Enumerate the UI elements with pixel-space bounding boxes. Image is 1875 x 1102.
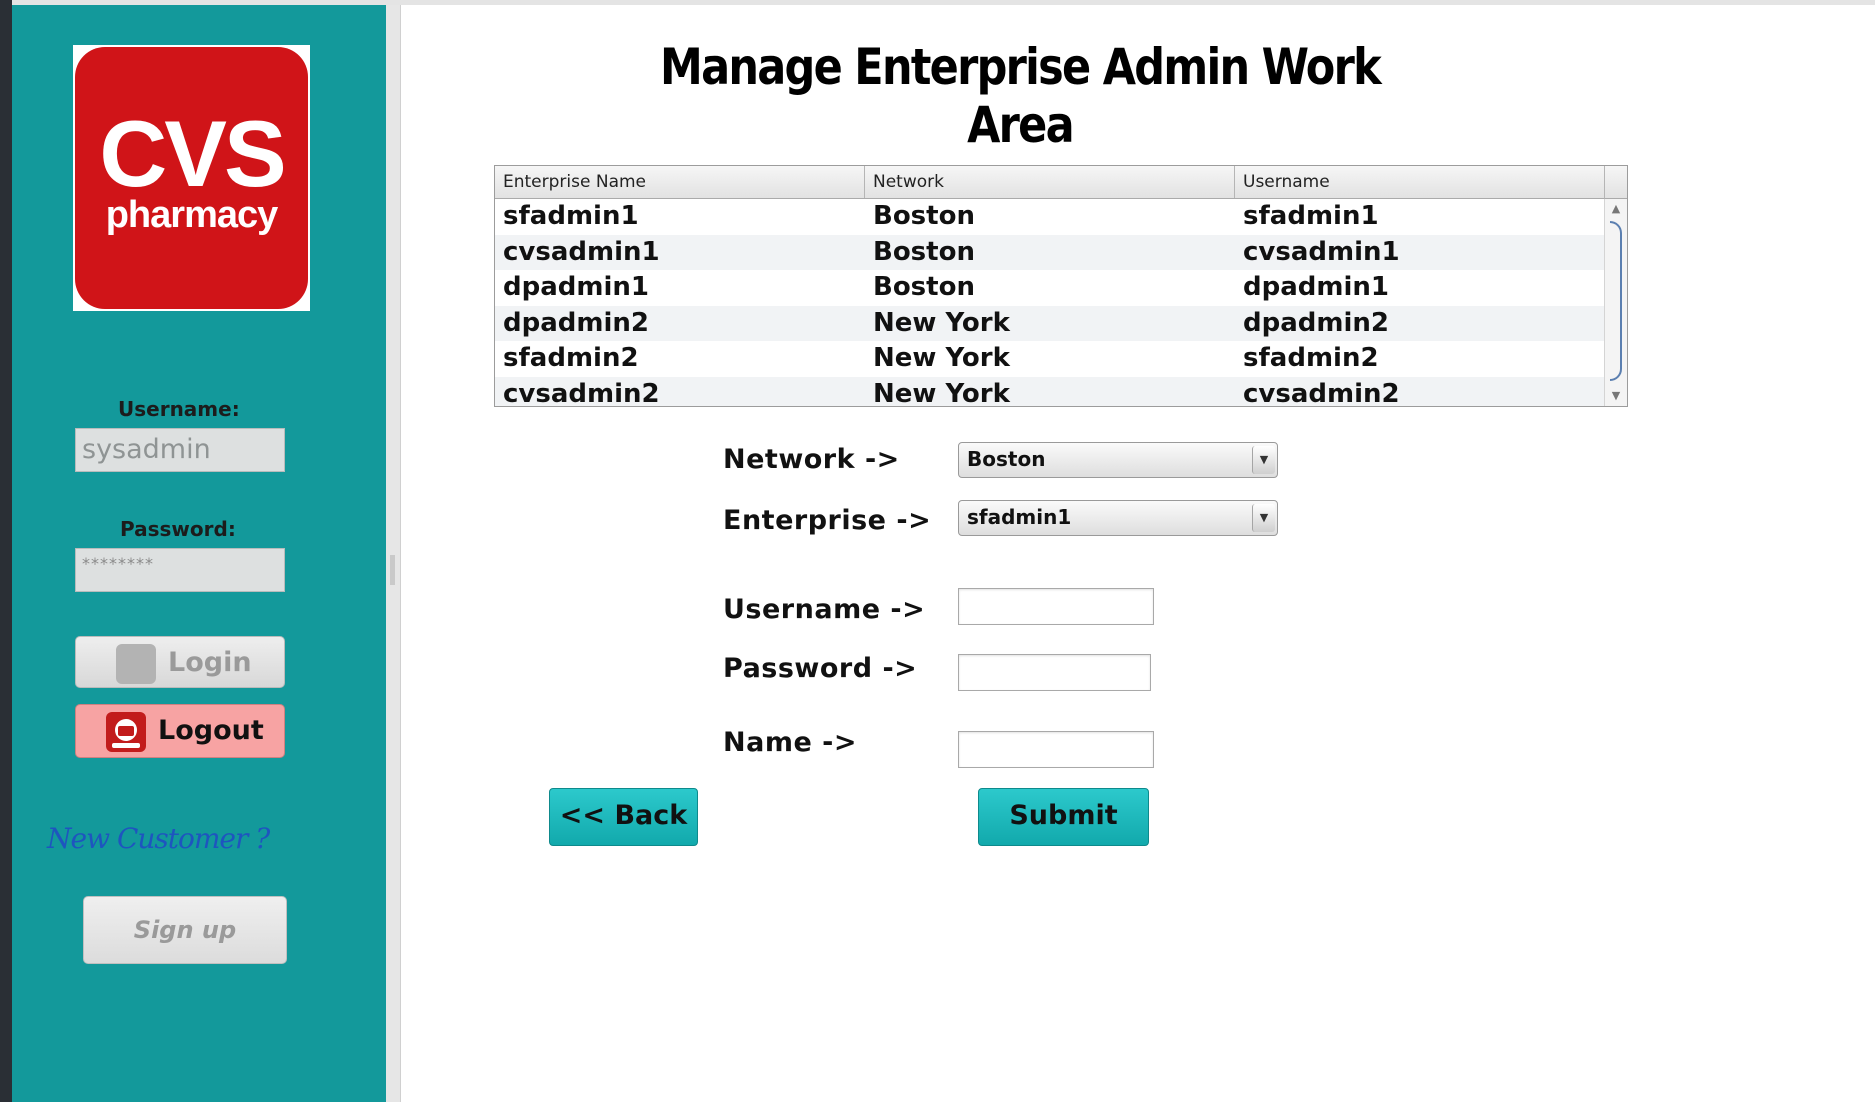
cell-username: sfadmin1: [1243, 201, 1379, 231]
cell-enterprise-name: cvsadmin2: [503, 378, 660, 407]
column-header-username[interactable]: Username: [1235, 166, 1605, 198]
table-header: Enterprise Name Network Username: [495, 166, 1605, 199]
exit-door-icon: [106, 712, 146, 752]
network-select-value: Boston: [967, 447, 1046, 471]
table-row[interactable]: dpadmin1 Boston dpadmin1: [495, 270, 1605, 306]
signup-button[interactable]: Sign up: [83, 896, 287, 964]
cell-network: Boston: [873, 201, 975, 231]
column-header-enterprise-name[interactable]: Enterprise Name: [495, 166, 865, 198]
cell-enterprise-name: sfadmin1: [503, 201, 639, 231]
logo-brand-text: CVS: [99, 101, 286, 206]
sidebar-username-label: Username:: [118, 397, 240, 421]
enterprise-label: Enterprise ->: [723, 505, 932, 536]
enterprise-admin-table: Enterprise Name Network Username sfadmin…: [494, 165, 1628, 407]
cell-network: Boston: [873, 236, 975, 267]
cell-username: dpadmin2: [1243, 307, 1389, 338]
logout-button[interactable]: Logout: [75, 704, 285, 758]
cell-username: dpadmin1: [1243, 272, 1389, 302]
scroll-up-arrow-icon[interactable]: ▲: [1605, 199, 1627, 219]
enterprise-select[interactable]: sfadmin1 ▼: [958, 500, 1278, 536]
cvs-pharmacy-logo: CVS pharmacy: [75, 47, 308, 309]
table-row[interactable]: cvsadmin1 Boston cvsadmin1: [495, 234, 1605, 270]
cell-enterprise-name: sfadmin2: [503, 343, 639, 373]
table-scrollbar[interactable]: ▲ ▼: [1604, 199, 1627, 406]
name-label: Name ->: [723, 727, 857, 758]
cell-network: Boston: [873, 272, 975, 302]
cell-enterprise-name: dpadmin1: [503, 272, 649, 302]
back-button[interactable]: << Back: [549, 788, 698, 846]
password-label: Password ->: [723, 653, 918, 684]
enterprise-select-value: sfadmin1: [967, 505, 1072, 529]
cell-network: New York: [873, 307, 1010, 338]
network-select[interactable]: Boston ▼: [958, 442, 1278, 478]
chevron-down-icon[interactable]: ▼: [1252, 504, 1275, 532]
sidebar-password-label: Password:: [120, 517, 236, 541]
new-customer-link[interactable]: New Customer ?: [47, 822, 270, 855]
scroll-down-arrow-icon[interactable]: ▼: [1605, 386, 1627, 406]
name-field[interactable]: [958, 731, 1154, 768]
login-button[interactable]: Login: [75, 636, 285, 688]
cell-enterprise-name: dpadmin2: [503, 307, 649, 338]
username-field[interactable]: [958, 588, 1154, 625]
logout-button-label: Logout: [158, 715, 264, 746]
logo-sub-text: pharmacy: [105, 194, 279, 236]
table-row[interactable]: sfadmin2 New York sfadmin2: [495, 341, 1605, 377]
table-row[interactable]: dpadmin2 New York dpadmin2: [495, 305, 1605, 341]
page-title: Manage Enterprise Admin Work Area: [659, 38, 1382, 154]
cell-network: New York: [873, 343, 1010, 373]
table-row[interactable]: cvsadmin2 New York cvsadmin2: [495, 376, 1605, 407]
sidebar-password-input[interactable]: ********: [75, 548, 285, 592]
cell-username: cvsadmin1: [1243, 236, 1400, 267]
username-label: Username ->: [723, 594, 926, 625]
cell-username: cvsadmin2: [1243, 378, 1400, 407]
submit-button[interactable]: Submit: [978, 788, 1149, 846]
cell-enterprise-name: cvsadmin1: [503, 236, 660, 267]
sidebar-username-input[interactable]: sysadmin: [75, 428, 285, 472]
chevron-down-icon[interactable]: ▼: [1252, 446, 1275, 474]
table-body: sfadmin1 Boston sfadmin1 cvsadmin1 Bosto…: [495, 199, 1605, 407]
scrollbar-thumb[interactable]: [1610, 221, 1622, 381]
password-field[interactable]: [958, 654, 1151, 691]
cell-network: New York: [873, 378, 1010, 407]
table-row[interactable]: sfadmin1 Boston sfadmin1: [495, 199, 1605, 235]
window-edge: [0, 0, 12, 1102]
cell-username: sfadmin2: [1243, 343, 1379, 373]
user-lock-icon: [116, 644, 156, 684]
table-header-corner: [1604, 166, 1627, 199]
divider-grip-icon[interactable]: [390, 555, 395, 585]
login-button-label: Login: [168, 647, 252, 678]
network-label: Network ->: [723, 444, 900, 475]
column-header-network[interactable]: Network: [865, 166, 1235, 198]
split-pane-divider[interactable]: [386, 5, 401, 1102]
